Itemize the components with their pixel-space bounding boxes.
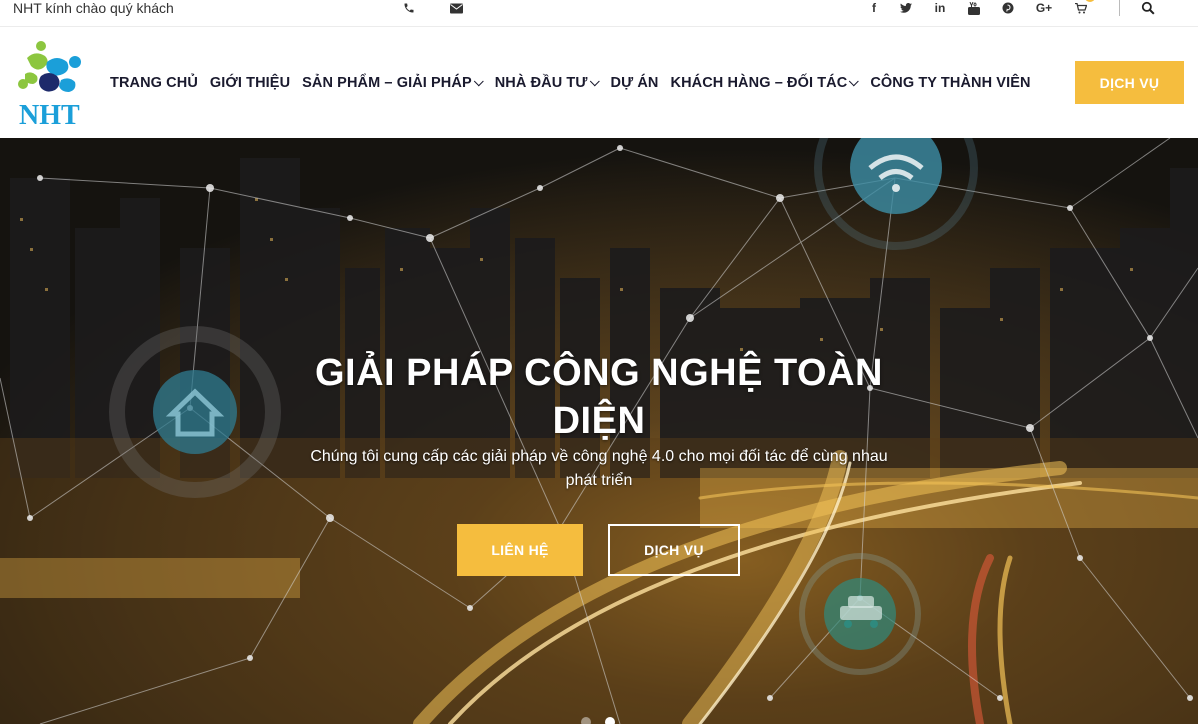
main-nav: TRANG CHỦ GIỚI THIỆU SẢN PHẨM – GIẢI PHÁ… bbox=[110, 73, 1043, 93]
slider-dot-2[interactable] bbox=[605, 717, 615, 724]
youtube-icon[interactable] bbox=[967, 0, 981, 16]
nav-label: NHÀ ĐẦU TƯ bbox=[494, 75, 588, 91]
chevron-down-icon bbox=[589, 75, 600, 86]
nav-label: SẢN PHẨM – GIẢI PHÁP bbox=[302, 75, 472, 91]
nav-label: TRANG CHỦ bbox=[110, 75, 198, 91]
main-header: NHT TRANG CHỦ GIỚI THIỆU SẢN PHẨM – GIẢI… bbox=[0, 28, 1198, 138]
nav-label: CÔNG TY THÀNH VIÊN bbox=[870, 75, 1031, 91]
cart-icon[interactable] bbox=[1074, 0, 1088, 16]
header-service-button[interactable]: DỊCH VỤ bbox=[1075, 61, 1184, 104]
search-icon[interactable] bbox=[1140, 0, 1156, 16]
hero-subtitle: Chúng tôi cung cấp các giải pháp về công… bbox=[310, 448, 888, 489]
slider-dot-1[interactable] bbox=[581, 717, 591, 724]
nav-label: GIỚI THIỆU bbox=[209, 75, 291, 91]
logo-text: NHT bbox=[19, 100, 80, 126]
hero-service-button[interactable]: DỊCH VỤ bbox=[608, 524, 740, 576]
hero-title: GIẢI PHÁP CÔNG NGHỆ TOÀN DIỆN bbox=[315, 352, 883, 442]
nav-label: KHÁCH HÀNG – ĐỐI TÁC bbox=[670, 75, 848, 91]
chevron-down-icon bbox=[473, 75, 484, 86]
nav-trang-chu[interactable]: TRANG CHỦ bbox=[110, 75, 198, 91]
nav-label: DỰ ÁN bbox=[610, 75, 659, 91]
twitter-icon[interactable] bbox=[899, 0, 913, 16]
top-bar: NHT kính chào quý khách f in G+ bbox=[0, 0, 1198, 27]
nav-khach-hang-doi-tac[interactable]: KHÁCH HÀNG – ĐỐI TÁC bbox=[670, 75, 860, 91]
nav-cong-ty-thanh-vien[interactable]: CÔNG TY THÀNH VIÊN bbox=[870, 75, 1030, 91]
topbar-divider bbox=[1119, 0, 1120, 16]
nav-nha-dau-tu[interactable]: NHÀ ĐẦU TƯ bbox=[494, 75, 600, 91]
nav-du-an[interactable]: DỰ ÁN bbox=[611, 75, 659, 91]
pinterest-icon[interactable] bbox=[1001, 0, 1015, 16]
nav-san-pham-giai-phap[interactable]: SẢN PHẨM – GIẢI PHÁP bbox=[302, 75, 484, 91]
contact-button[interactable]: LIÊN HỆ bbox=[457, 524, 583, 576]
google-plus-icon[interactable]: G+ bbox=[1035, 0, 1053, 16]
hero-banner: GIẢI PHÁP CÔNG NGHỆ TOÀN DIỆN Chúng tôi … bbox=[0, 138, 1198, 724]
nav-gioi-thieu[interactable]: GIỚI THIỆU bbox=[210, 75, 290, 91]
chevron-down-icon bbox=[849, 75, 860, 86]
linkedin-icon[interactable]: in bbox=[933, 0, 947, 16]
nht-logo[interactable]: NHT bbox=[17, 40, 91, 131]
social-links: f in G+ bbox=[0, 0, 1198, 16]
facebook-icon[interactable]: f bbox=[869, 0, 879, 16]
